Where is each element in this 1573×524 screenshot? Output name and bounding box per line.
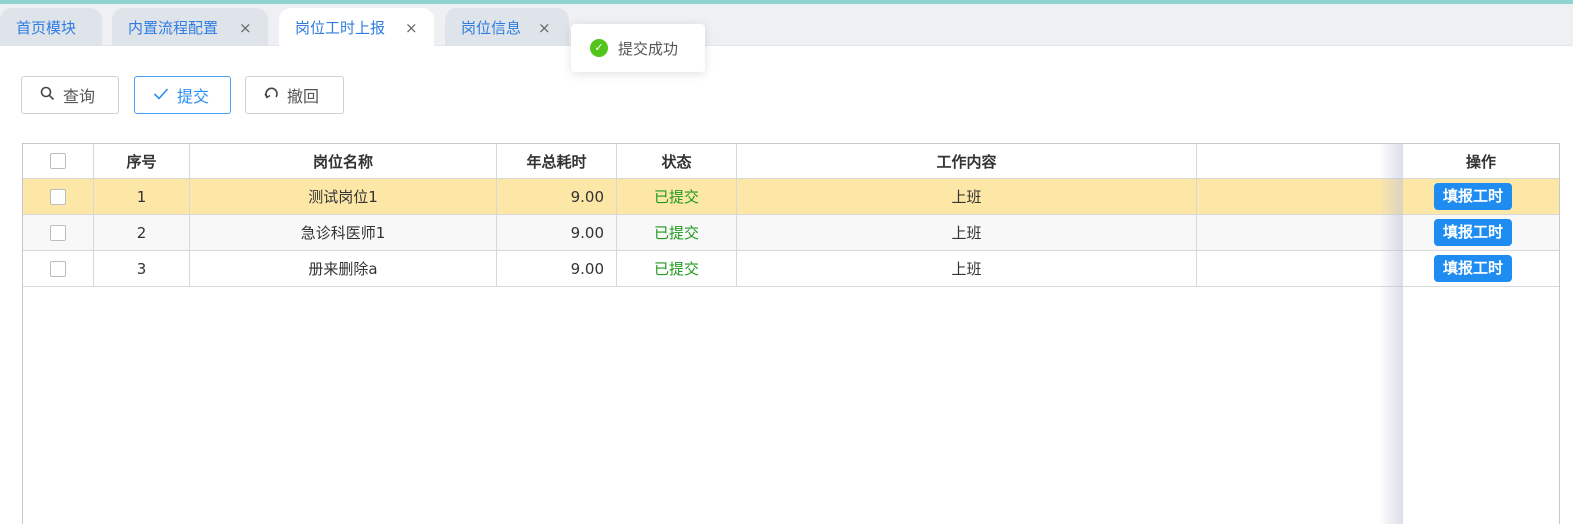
header-annual-hours: 年总耗时 [497, 144, 617, 178]
header-post-name: 岗位名称 [190, 144, 497, 178]
close-icon[interactable]: × [405, 8, 418, 48]
header-status: 状态 [617, 144, 737, 178]
row-checkbox[interactable] [50, 224, 66, 241]
actions-row: 填报工时 [1403, 215, 1559, 251]
query-button-label: 查询 [63, 87, 96, 106]
header-seq: 序号 [94, 144, 190, 178]
withdraw-button[interactable]: 撤回 [245, 76, 344, 114]
cell-work-content: 上班 [737, 251, 1197, 286]
tab-home[interactable]: 首页模块 [0, 8, 102, 46]
cell-annual-hours: 9.00 [497, 251, 617, 286]
success-toast: ✓ 提交成功 [571, 24, 705, 72]
tab-label: 内置流程配置 [128, 19, 219, 37]
select-all-checkbox[interactable] [50, 153, 66, 169]
tab-bar: 首页模块 内置流程配置 × 岗位工时上报 × 岗位信息 × [0, 4, 1573, 47]
tab-label: 岗位信息 [461, 19, 522, 37]
cell-blank [1197, 251, 1403, 286]
fill-hours-button[interactable]: 填报工时 [1433, 255, 1512, 282]
action-cell: 填报工时 [1403, 179, 1543, 214]
search-icon [40, 86, 55, 105]
action-cell: 填报工时 [1403, 215, 1543, 250]
cell-annual-hours: 9.00 [497, 215, 617, 250]
header-work-content: 工作内容 [737, 144, 1197, 178]
cell-blank [1197, 179, 1403, 214]
submit-button[interactable]: 提交 [134, 76, 231, 114]
table-row[interactable]: 1 测试岗位1 9.00 已提交 上班 [23, 179, 1559, 215]
tab-post-hours-report[interactable]: 岗位工时上报 × [279, 8, 434, 47]
query-button[interactable]: 查询 [21, 76, 119, 114]
cell-status: 已提交 [617, 215, 737, 250]
undo-icon [264, 86, 279, 105]
cell-work-content: 上班 [737, 179, 1197, 214]
header-blank [1197, 144, 1403, 178]
row-select-cell [23, 179, 94, 214]
table-header-row: 序号 岗位名称 年总耗时 状态 工作内容 [23, 144, 1559, 179]
cell-status: 已提交 [617, 179, 737, 214]
submit-button-label: 提交 [177, 87, 210, 106]
actions-row: 填报工时 [1403, 179, 1559, 215]
withdraw-button-label: 撤回 [287, 87, 320, 106]
action-cell: 填报工时 [1403, 251, 1543, 286]
close-icon[interactable]: × [538, 8, 551, 48]
row-select-cell [23, 215, 94, 250]
check-circle-icon: ✓ [590, 39, 608, 57]
header-select-all-cell [23, 144, 94, 178]
fill-hours-button[interactable]: 填报工时 [1433, 183, 1512, 210]
row-select-cell [23, 251, 94, 286]
table-row[interactable]: 3 册来删除a 9.00 已提交 上班 [23, 251, 1559, 287]
cell-annual-hours: 9.00 [497, 179, 617, 214]
row-checkbox[interactable] [50, 188, 66, 205]
tab-post-info[interactable]: 岗位信息 × [445, 8, 569, 46]
toast-message: 提交成功 [618, 39, 679, 58]
tab-label: 首页模块 [16, 19, 77, 37]
cell-post-name: 册来删除a [190, 251, 497, 286]
header-actions: 操作 [1465, 152, 1496, 171]
tab-builtin-process-config[interactable]: 内置流程配置 × [112, 8, 268, 46]
cell-post-name: 急诊科医师1 [190, 215, 497, 250]
cell-work-content: 上班 [737, 215, 1197, 250]
actions-header-row: 操作 [1403, 144, 1559, 179]
cell-seq: 1 [94, 179, 190, 214]
check-icon [153, 86, 169, 105]
data-grid: 序号 岗位名称 年总耗时 状态 工作内容 1 测试岗位1 9.00 已提交 上班… [22, 143, 1560, 524]
tab-label: 岗位工时上报 [295, 19, 386, 37]
close-icon[interactable]: × [239, 8, 252, 48]
row-checkbox[interactable] [50, 260, 66, 277]
cell-seq: 3 [94, 251, 190, 286]
actions-fixed-column: 操作 填报工时 填报工时 填报工时 [1403, 144, 1559, 524]
cell-blank [1197, 215, 1403, 250]
cell-post-name: 测试岗位1 [190, 179, 497, 214]
table-row[interactable]: 2 急诊科医师1 9.00 已提交 上班 [23, 215, 1559, 251]
cell-status: 已提交 [617, 251, 737, 286]
cell-seq: 2 [94, 215, 190, 250]
fill-hours-button[interactable]: 填报工时 [1433, 219, 1512, 246]
actions-row: 填报工时 [1403, 251, 1559, 287]
